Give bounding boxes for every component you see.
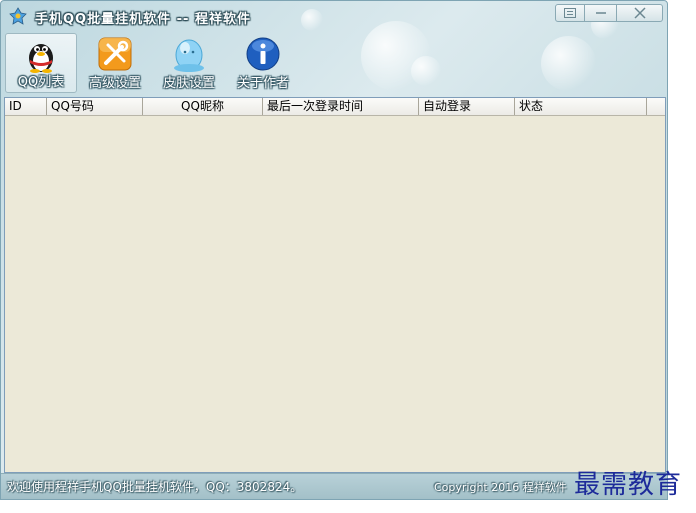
column-header-last-login[interactable]: 最后一次登录时间	[263, 98, 419, 115]
column-header-qq-number[interactable]: QQ号码	[47, 98, 143, 115]
column-header-status[interactable]: 状态	[515, 98, 647, 115]
column-header-id[interactable]: ID	[5, 98, 47, 115]
menu-icon	[564, 8, 576, 18]
close-icon	[633, 7, 646, 19]
status-welcome-text: 欢迎使用程祥手机QQ批量挂机软件，QQ：3802824。	[7, 480, 303, 494]
close-button[interactable]	[617, 4, 663, 22]
decor-bubble	[411, 56, 441, 86]
column-header-qq-nickname[interactable]: QQ昵称	[143, 98, 263, 115]
app-logo-icon	[9, 7, 27, 25]
table-header: ID QQ号码 QQ昵称 最后一次登录时间 自动登录 状态	[5, 98, 665, 116]
decor-bubble	[541, 36, 596, 91]
tab-qq-list-label: QQ列表	[17, 75, 65, 90]
tab-skin-settings[interactable]: 皮肤设置	[153, 33, 225, 93]
status-copyright-text: Copyright 2016 程祥软件	[434, 481, 567, 494]
tab-advanced-settings-label: 高级设置	[88, 76, 141, 91]
tab-about-author[interactable]: 关于作者	[227, 33, 299, 93]
info-icon	[246, 37, 280, 71]
tab-qq-list[interactable]: QQ列表	[5, 33, 77, 93]
window-title: 手机QQ批量挂机软件 -- 程祥软件	[35, 12, 251, 27]
toolbar: QQ列表 高级设置 皮肤设置 关于作者	[5, 33, 301, 95]
column-header-auto-login[interactable]: 自动登录	[419, 98, 515, 115]
menu-button[interactable]	[555, 4, 585, 22]
qq-penguin-icon	[29, 44, 53, 73]
tab-skin-settings-label: 皮肤设置	[162, 76, 215, 91]
app-window: 手机QQ批量挂机软件 -- 程祥软件 QQ列表 高级设置 皮肤设置 关于作者 I…	[0, 0, 668, 500]
tab-advanced-settings[interactable]: 高级设置	[79, 33, 151, 93]
skin-icon	[174, 39, 204, 72]
window-controls	[555, 4, 663, 24]
status-bar: 欢迎使用程祥手机QQ批量挂机软件，QQ：3802824。 Copyright 2…	[1, 473, 667, 499]
watermark-text: 最需教育	[574, 470, 683, 500]
minimize-icon	[595, 12, 606, 14]
title-bar[interactable]: 手机QQ批量挂机软件 -- 程祥软件	[1, 1, 667, 31]
tab-about-author-label: 关于作者	[236, 76, 289, 91]
tools-icon	[98, 37, 132, 71]
qq-list-table[interactable]: ID QQ号码 QQ昵称 最后一次登录时间 自动登录 状态	[4, 97, 666, 473]
minimize-button[interactable]	[585, 4, 617, 22]
